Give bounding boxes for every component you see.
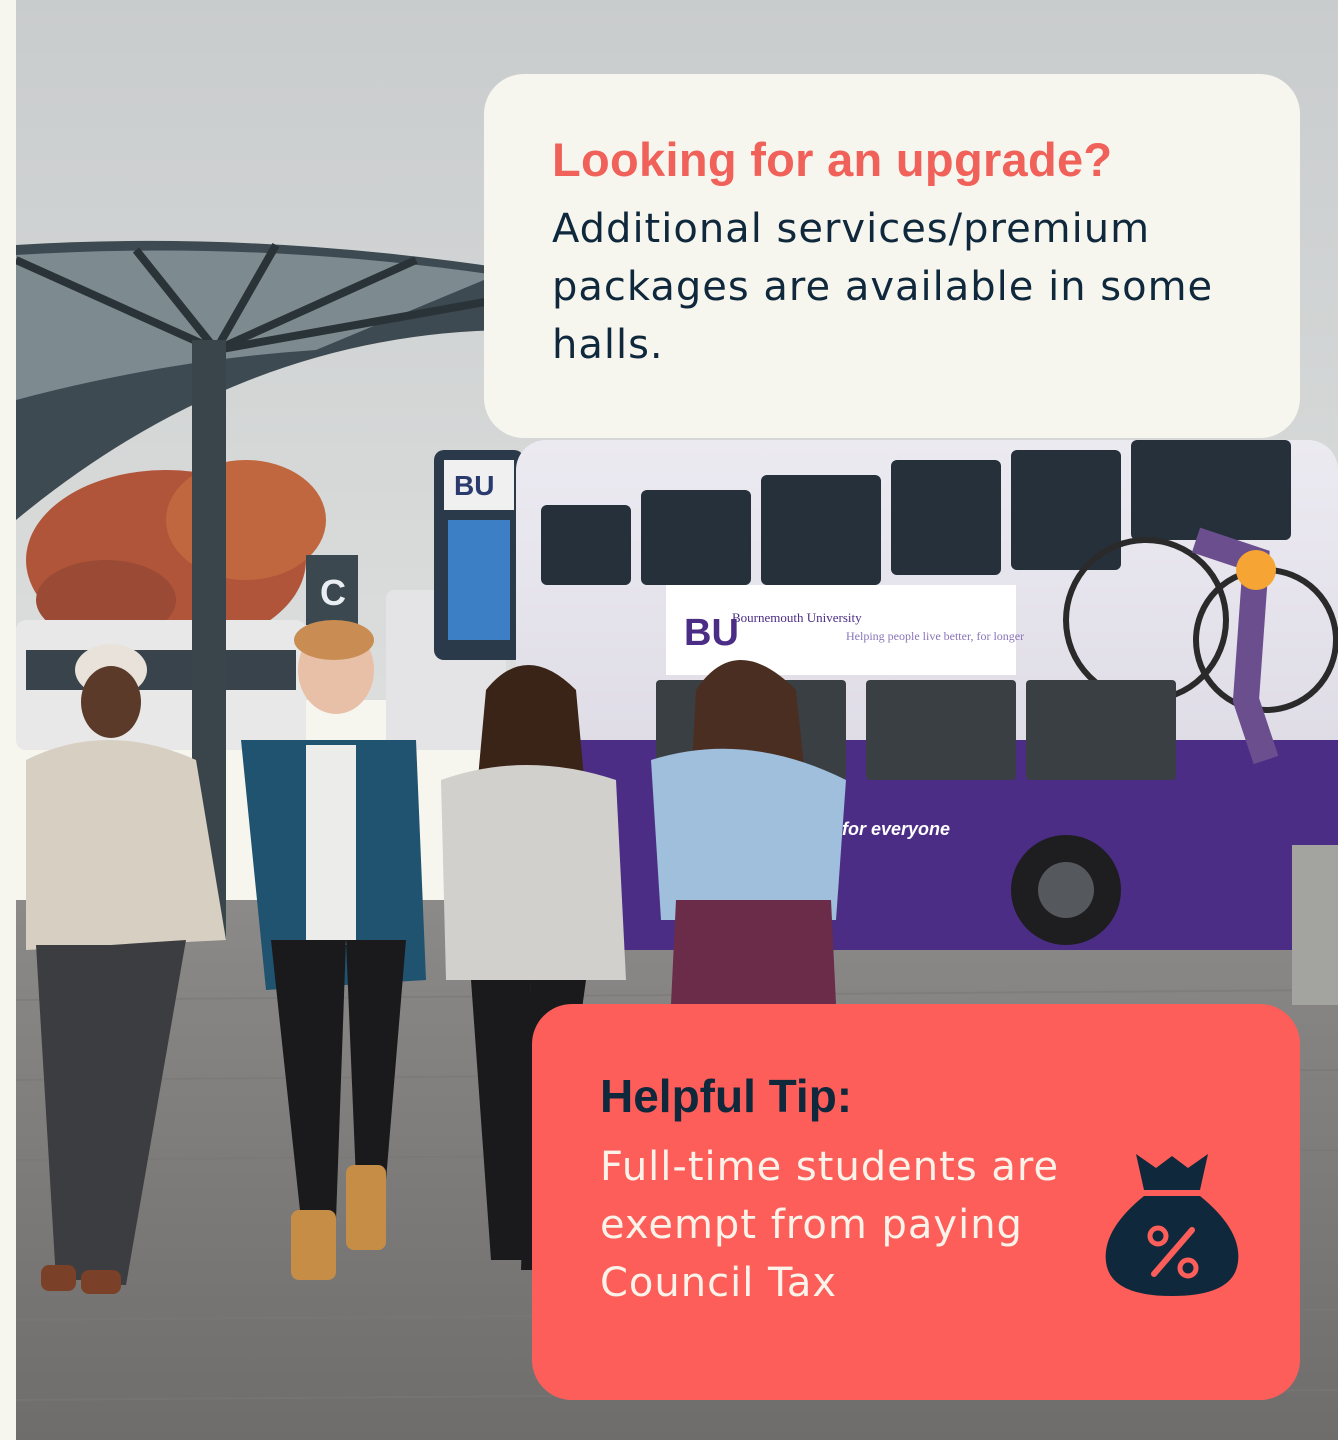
bus-tagline: Helping people live better, for longer xyxy=(846,629,1024,643)
tip-body: Full-time students are exempt from payin… xyxy=(600,1144,1060,1306)
upgrade-info-card: Looking for an upgrade? Additional servi… xyxy=(484,74,1300,438)
page: C BU BU Bournemouth University Helping p… xyxy=(0,0,1338,1440)
left-margin-strip xyxy=(0,0,16,1440)
money-bag-percent-icon xyxy=(1102,1150,1242,1300)
tip-heading: Helpful Tip: xyxy=(600,1070,853,1122)
upgrade-heading: Looking for an upgrade? xyxy=(552,133,1113,186)
bus-logo: BU xyxy=(684,612,739,654)
helpful-tip-card: Helpful Tip: Full-time students are exem… xyxy=(532,1004,1300,1400)
bay-sign-letter: C xyxy=(320,572,346,613)
svg-text:BU: BU xyxy=(454,470,494,501)
bus-side-text: for everyone xyxy=(842,819,950,839)
upgrade-body: Additional services/premium packages are… xyxy=(552,206,1214,368)
bus-name: Bournemouth University xyxy=(732,610,862,625)
